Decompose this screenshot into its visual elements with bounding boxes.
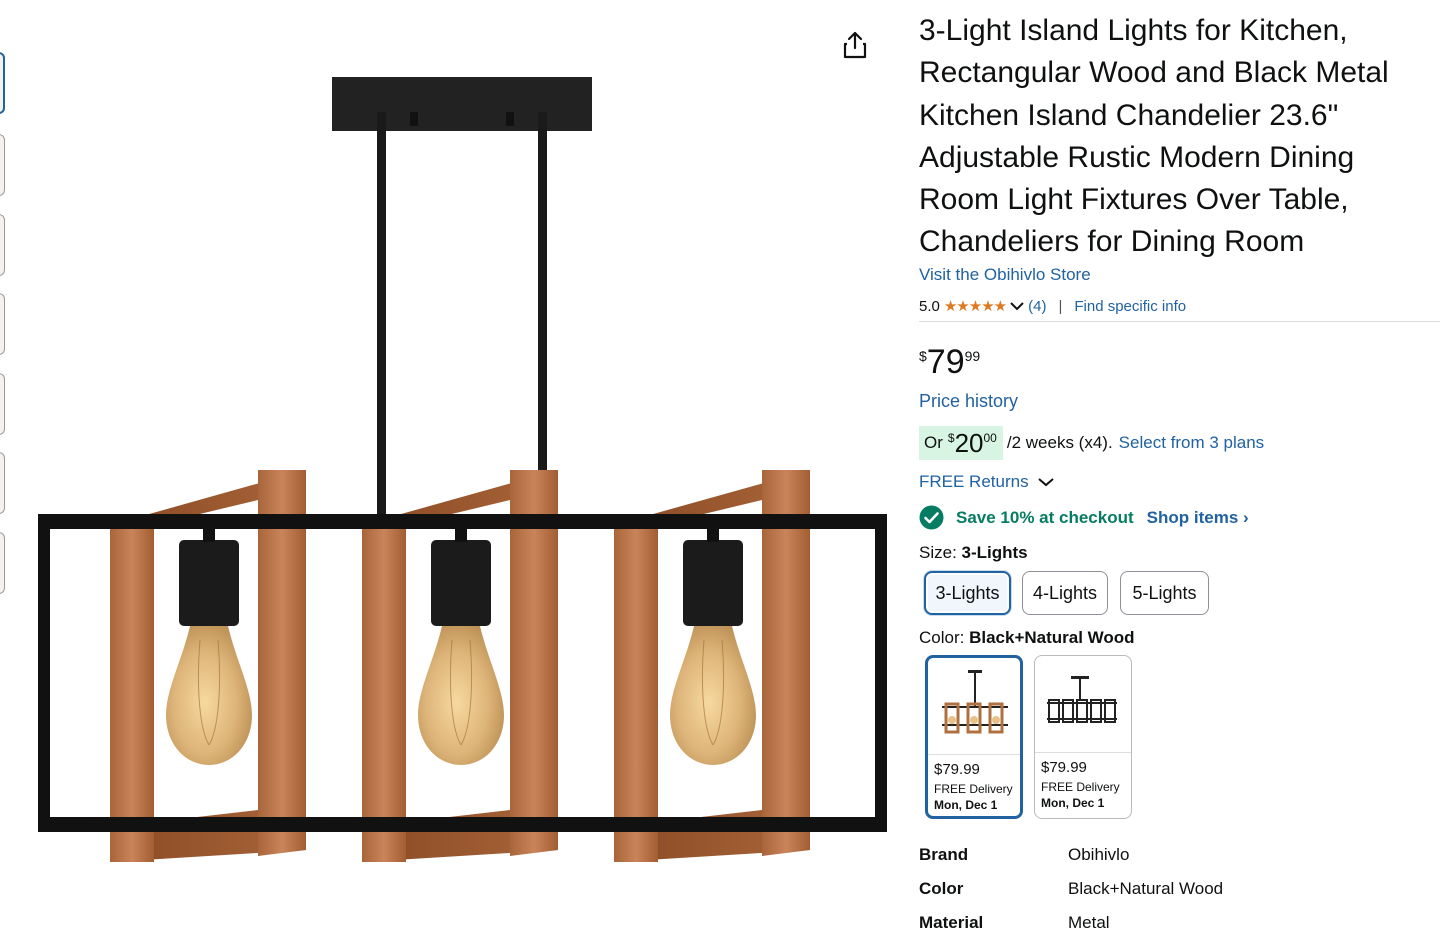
find-specific-info-link[interactable]: Find specific info — [1074, 298, 1186, 315]
select-plans-link[interactable]: Select from 3 plans — [1119, 433, 1265, 453]
installment-prefix: Or — [924, 433, 943, 452]
installment-terms: /2 weeks (x4). — [1006, 433, 1113, 452]
spec-key: Material — [919, 913, 984, 932]
free-returns-link[interactable]: FREE Returns — [919, 472, 1054, 492]
size-label: Size: 3-Lights — [919, 543, 1028, 563]
color-swatch-black-natural-wood[interactable]: $79.99 FREE Delivery Mon, Dec 1 — [925, 655, 1023, 819]
swatch-image — [928, 670, 1020, 755]
price-history-link[interactable]: Price history — [919, 391, 1018, 412]
chevron-down-icon[interactable] — [1010, 301, 1024, 311]
free-returns-label: FREE Returns — [919, 472, 1029, 491]
size-selected: 3-Lights — [961, 543, 1028, 562]
spec-value: Black+Natural Wood — [1068, 879, 1224, 898]
thumbnail-3[interactable] — [0, 214, 5, 276]
swatch-delivery: FREE Delivery — [1041, 780, 1120, 794]
thumbnail-2[interactable] — [0, 134, 5, 196]
swatch-delivery: FREE Delivery — [934, 782, 1013, 796]
store-link[interactable]: Visit the Obihivlo Store — [919, 265, 1091, 285]
spec-key: Color — [919, 879, 964, 898]
rating-count-link[interactable]: (4) — [1028, 298, 1046, 315]
color-label: Color: Black+Natural Wood — [919, 628, 1135, 648]
divider — [919, 321, 1440, 322]
product-main-image[interactable] — [30, 60, 900, 880]
installment-row: Or $ 20 00 /2 weeks (x4). Select from 3 … — [919, 426, 1264, 460]
spec-value: Obihivlo — [1068, 845, 1130, 864]
size-option-4-lights[interactable]: 4-Lights — [1022, 571, 1108, 615]
swatch-price: $79.99 — [934, 761, 980, 778]
swatch-delivery-date: Mon, Dec 1 — [1041, 796, 1105, 810]
installment-highlight: Or $ 20 00 — [919, 426, 1003, 460]
separator: | — [1058, 297, 1063, 315]
price-currency: $ — [919, 348, 927, 364]
swatch-image — [1035, 676, 1131, 753]
shop-items-link[interactable]: Shop items › — [1147, 508, 1249, 528]
installment-currency: $ — [947, 431, 955, 445]
swatch-delivery-date: Mon, Dec 1 — [934, 798, 998, 812]
thumbnail-1[interactable] — [0, 52, 5, 114]
size-label-text: Size: — [919, 543, 957, 562]
size-option-3-lights[interactable]: 3-Lights — [924, 571, 1011, 615]
chevron-down-icon — [1037, 478, 1054, 487]
price-whole: 79 — [926, 343, 965, 381]
price-fraction: 99 — [964, 348, 981, 364]
size-option-5-lights[interactable]: 5-Lights — [1120, 571, 1209, 615]
color-label-text: Color: — [919, 628, 965, 647]
thumbnail-4[interactable] — [0, 293, 5, 355]
thumbnail-7[interactable] — [0, 532, 5, 594]
rating-value: 5.0 — [919, 297, 940, 315]
spec-key: Brand — [919, 845, 969, 864]
thumbnail-6[interactable] — [0, 452, 5, 514]
spec-value: Metal — [1068, 913, 1110, 932]
installment-whole: 20 — [954, 427, 984, 458]
installment-fraction: 00 — [983, 431, 997, 445]
rating-row: 5.0 ★★★★★ (4) | Find specific info — [919, 297, 1186, 316]
product-title: 3-Light Island Lights for Kitchen, Recta… — [919, 14, 1389, 259]
coupon-row: Save 10% at checkout Shop items › — [919, 505, 1249, 530]
share-icon[interactable] — [841, 30, 869, 60]
thumbnail-5[interactable] — [0, 373, 5, 435]
color-selected: Black+Natural Wood — [969, 628, 1135, 647]
price: $ 79 99 — [919, 342, 980, 382]
color-swatch-black[interactable]: $79.99 FREE Delivery Mon, Dec 1 — [1034, 655, 1132, 819]
swatch-price: $79.99 — [1041, 759, 1087, 776]
coupon-text: Save 10% at checkout — [956, 507, 1134, 527]
check-circle-icon — [919, 505, 944, 530]
star-rating-icon[interactable]: ★★★★★ — [944, 297, 1007, 315]
